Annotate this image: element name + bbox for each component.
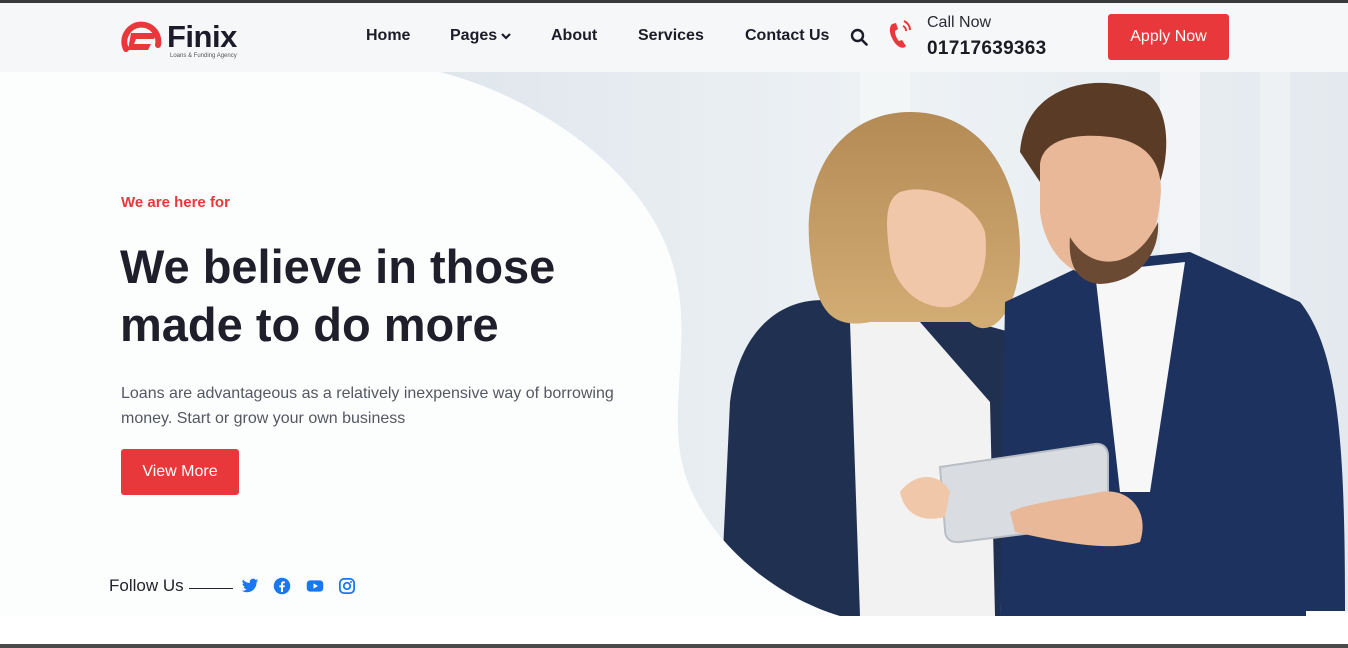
hero-tagline: We are here for xyxy=(121,194,230,211)
site-header: Finix Loans & Funding Agency Home Pages … xyxy=(0,3,1348,72)
twitter-icon[interactable] xyxy=(241,577,259,595)
nav-item-contact[interactable]: Contact Us xyxy=(745,27,829,45)
phone-icon xyxy=(889,20,911,48)
chevron-down-icon xyxy=(501,32,511,40)
finix-logo-icon xyxy=(121,21,162,52)
apply-now-button[interactable]: Apply Now xyxy=(1108,14,1229,60)
search-icon[interactable] xyxy=(850,28,868,46)
brand-logo[interactable]: Finix Loans & Funding Agency xyxy=(120,17,260,63)
follow-us-label: Follow Us xyxy=(109,576,184,595)
hero-headline: We believe in those made to do more xyxy=(120,240,556,351)
view-more-button[interactable]: View More xyxy=(121,449,239,495)
nav-item-pages-label: Pages xyxy=(450,27,498,44)
instagram-icon[interactable] xyxy=(338,577,356,595)
hero-description: Loans are advantageous as a relatively i… xyxy=(121,385,614,427)
nav-item-home[interactable]: Home xyxy=(366,27,410,45)
nav-item-pages[interactable]: Pages xyxy=(450,27,511,45)
call-now-label: Call Now xyxy=(927,14,992,31)
follow-divider xyxy=(189,588,233,589)
youtube-icon[interactable] xyxy=(305,577,325,595)
hero-section: We are here for We believe in those made… xyxy=(0,72,1348,616)
brand-name: Finix xyxy=(167,19,237,54)
facebook-icon[interactable] xyxy=(273,577,291,595)
nav-item-services[interactable]: Services xyxy=(638,27,704,45)
phone-number[interactable]: 01717639363 xyxy=(927,38,1047,60)
bottom-border xyxy=(0,644,1348,648)
nav-item-about[interactable]: About xyxy=(551,27,597,45)
brand-tagline: Loans & Funding Agency xyxy=(170,53,237,59)
